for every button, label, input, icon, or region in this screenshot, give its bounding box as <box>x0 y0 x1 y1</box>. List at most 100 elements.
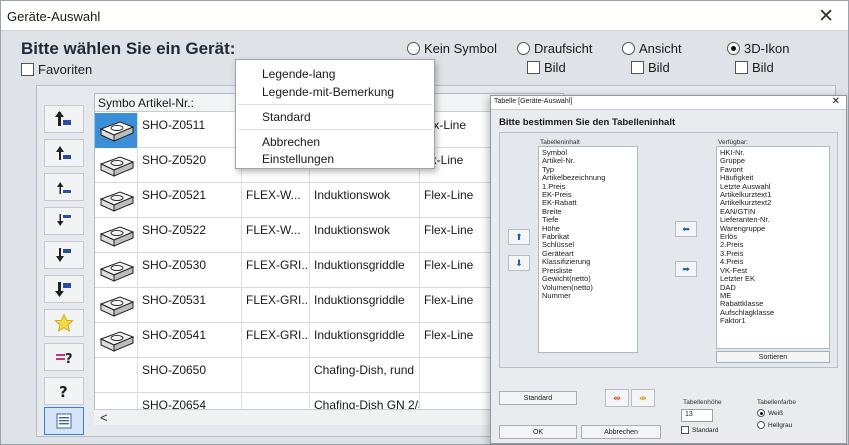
device-3d-icon <box>99 296 135 317</box>
window-title: Geräte-Auswahl <box>7 9 101 24</box>
dialog-close-icon[interactable]: ✕ <box>832 96 840 107</box>
radio-hellgrau[interactable]: Hellgrau <box>757 421 792 429</box>
title-bar: Geräte-Auswahl ✕ <box>1 1 848 31</box>
menu-item-einstellungen[interactable]: Einstellungen <box>262 152 334 166</box>
row-height-spinner[interactable]: 13 <box>681 409 713 422</box>
radio-label: Weiß <box>768 409 784 417</box>
cell-type: FLEX-GRI... <box>242 288 310 323</box>
cell-article: SHO-Z0520 <box>138 148 242 183</box>
sort-button[interactable]: Sortieren <box>716 351 830 363</box>
radio-label: 3D-Ikon <box>744 41 790 56</box>
cell-article: SHO-Z0522 <box>138 218 242 253</box>
device-3d-icon <box>99 331 135 352</box>
menu-item-standard[interactable]: Standard <box>262 110 311 124</box>
move-up-icon[interactable] <box>44 173 84 201</box>
radio-circle-selected[interactable] <box>757 409 765 417</box>
radio-weiss[interactable]: Weiß <box>757 409 783 417</box>
available-item[interactable]: DAD <box>720 283 826 292</box>
cell-name: Induktionsgriddle <box>310 323 420 358</box>
move-item-down-icon[interactable]: ⬇ <box>508 255 530 271</box>
help-icon[interactable]: ? <box>44 377 84 405</box>
favorites-label: Favoriten <box>38 62 93 77</box>
device-symbol-cell <box>95 358 138 393</box>
cell-article: SHO-Z0530 <box>138 253 242 288</box>
radio-circle[interactable] <box>622 42 635 55</box>
menu-separator <box>238 104 432 105</box>
dialog-title: Tabelle [Geräte-Auswahl] <box>494 98 573 105</box>
cell-type: FLEX-GRI... <box>242 323 310 358</box>
standard-button[interactable]: Standard <box>499 391 577 405</box>
left-list-label: Tabelleninhalt <box>540 139 580 146</box>
checkbox-box[interactable] <box>735 61 748 74</box>
table-content-item[interactable]: Nummer <box>542 291 634 300</box>
cell-name: Induktionsgriddle <box>310 288 420 323</box>
device-symbol-cell <box>95 183 138 218</box>
radio-draufsicht[interactable]: Draufsicht <box>517 41 593 56</box>
close-icon[interactable]: ✕ <box>818 5 834 28</box>
svg-text:?: ? <box>65 352 73 367</box>
menu-item-legende-lang[interactable]: Legende-lang <box>262 67 335 81</box>
menu-item-legende-bemerkung[interactable]: Legende-mit-Bemerkung <box>262 85 394 99</box>
cell-name: Induktionsgriddle <box>310 253 420 288</box>
move-right-icon[interactable]: ➡ <box>675 261 697 277</box>
move-up-fast-icon[interactable] <box>44 139 84 167</box>
bild-label: Bild <box>752 60 774 75</box>
favorite-star-icon[interactable] <box>44 309 84 337</box>
move-bottom-icon[interactable] <box>44 275 84 303</box>
bild-checkbox-3d[interactable]: Bild <box>735 60 774 75</box>
move-top-icon[interactable] <box>44 105 84 133</box>
device-symbol-cell <box>95 113 138 148</box>
radio-circle[interactable] <box>517 42 530 55</box>
column-header-symbol[interactable]: Symbo <box>98 96 135 110</box>
move-item-up-icon[interactable]: ⬆ <box>508 229 530 245</box>
radio-label: Hellgrau <box>768 421 793 429</box>
table-settings-icon[interactable] <box>44 407 84 435</box>
bild-checkbox-ansicht[interactable]: Bild <box>631 60 670 75</box>
available-list[interactable]: HKI-Nr. Gruppe Favorit Häufigkeit Letzte Aus… <box>716 146 830 349</box>
move-left-icon[interactable]: ⬅ <box>675 221 697 237</box>
radio-circle[interactable] <box>407 42 420 55</box>
cancel-button[interactable]: Abbrechen <box>581 425 661 439</box>
cell-article: SHO-Z0650 <box>138 358 242 393</box>
cell-type: FLEX-W... <box>242 183 310 218</box>
arrows-out-icon[interactable]: ⇼ <box>631 389 655 407</box>
svg-text:?: ? <box>59 383 68 401</box>
ok-button[interactable]: OK <box>499 425 577 439</box>
bild-checkbox-draufsicht[interactable]: Bild <box>527 60 566 75</box>
checkbox-box[interactable] <box>681 426 689 434</box>
standard-checkbox[interactable]: Standard <box>681 426 718 434</box>
arrows-in-icon[interactable]: ⇹ <box>605 389 629 407</box>
checkbox-box[interactable] <box>21 63 34 76</box>
dialog-title-bar: Tabelle [Geräte-Auswahl] ✕ <box>491 96 846 110</box>
table-content-item[interactable]: Artikel-Nr. <box>542 156 634 165</box>
radio-kein-symbol[interactable]: Kein Symbol <box>407 41 497 56</box>
available-item[interactable]: Faktor1 <box>720 316 826 325</box>
row-nav-toolbar: ? ? <box>44 95 86 435</box>
main-window: Geräte-Auswahl ✕ Bitte wählen Sie ein Ge… <box>0 0 849 445</box>
scroll-left-icon[interactable]: < <box>100 410 108 425</box>
checkbox-box[interactable] <box>527 61 540 74</box>
menu-item-abbrechen[interactable]: Abbrechen <box>262 135 320 149</box>
favorites-checkbox[interactable]: Favoriten <box>21 62 92 77</box>
radio-3d-ikon[interactable]: 3D-Ikon <box>727 41 790 56</box>
list-query-icon[interactable]: ? <box>44 343 84 371</box>
bild-label: Bild <box>544 60 566 75</box>
device-3d-icon <box>99 121 135 142</box>
column-header-article[interactable]: Artikel-Nr.: <box>138 96 194 110</box>
cell-article: SHO-Z0521 <box>138 183 242 218</box>
device-3d-icon <box>99 261 135 282</box>
radio-ansicht[interactable]: Ansicht <box>622 41 682 56</box>
device-3d-icon <box>99 156 135 177</box>
radio-circle[interactable] <box>757 421 765 429</box>
radio-circle-selected[interactable] <box>727 42 740 55</box>
standard-check-label: Standard <box>692 426 719 434</box>
menu-separator <box>238 129 432 130</box>
page-title: Bitte wählen Sie ein Gerät: <box>21 39 236 58</box>
table-content-list[interactable]: Symbol Artikel-Nr. Typ Artikelbezeichnung 1.… <box>538 146 638 353</box>
right-list-label: Verfügbar: <box>718 139 748 146</box>
move-down-fast-icon[interactable] <box>44 241 84 269</box>
device-symbol-cell <box>95 323 138 358</box>
move-down-icon[interactable] <box>44 207 84 235</box>
cell-name: Induktionswok <box>310 183 420 218</box>
checkbox-box[interactable] <box>631 61 644 74</box>
